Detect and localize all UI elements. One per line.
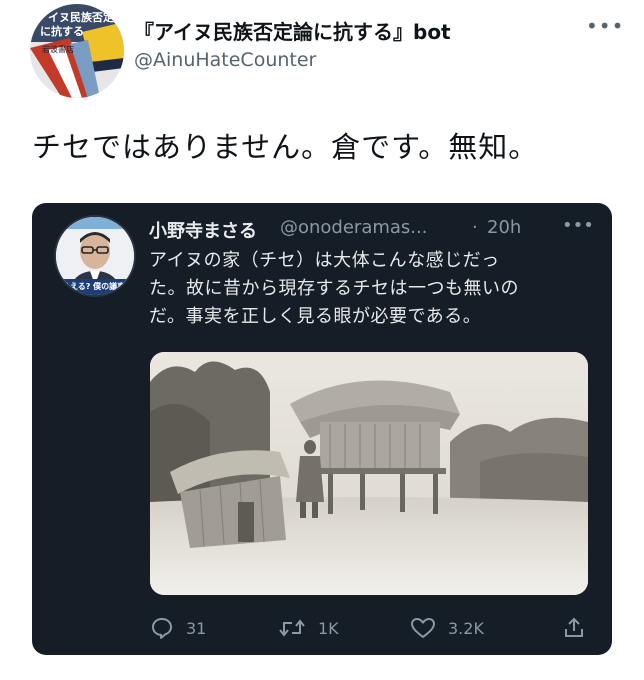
- like-count: 3.2K: [448, 618, 484, 638]
- share-icon: [565, 617, 583, 637]
- quoted-text: アイヌの家（チセ）は大体こんな感じだっ た。故に昔から現存するチセは一つも無いの…: [149, 247, 589, 331]
- reply-count: 31: [186, 618, 207, 638]
- share-button[interactable]: [562, 615, 586, 641]
- quoted-handle[interactable]: @onoderamas...: [280, 217, 427, 238]
- more-dots-icon[interactable]: •••: [586, 14, 623, 38]
- tweet-header: イヌ民族否定 に抗する 岩波書店 『アイヌ民族否定論に抗する』bot @Ainu…: [0, 0, 644, 100]
- tweet-text: チセではありません。倉です。無知。: [32, 130, 539, 164]
- retweet-icon: [279, 619, 305, 637]
- quoted-separator: ·: [472, 217, 478, 238]
- avatar-text-line-2: に抗する: [40, 25, 84, 38]
- quoted-display-name[interactable]: 小野寺まさる: [149, 217, 257, 243]
- account-handle[interactable]: @AinuHateCounter: [134, 49, 316, 71]
- display-name[interactable]: 『アイヌ民族否定論に抗する』bot: [134, 16, 451, 45]
- retweet-button[interactable]: 1K: [278, 615, 339, 641]
- quoted-avatar[interactable]: ええる? 僕の議事: [54, 215, 136, 297]
- heart-icon: [411, 618, 435, 638]
- action-bar: 31 1K 3.2K: [32, 607, 612, 647]
- attached-photo[interactable]: [150, 352, 588, 595]
- reply-bubble-icon: [152, 618, 172, 639]
- quoted-text-line-1: アイヌの家（チセ）は大体こんな感じだっ: [149, 250, 500, 271]
- more-dots-icon[interactable]: •••: [562, 215, 594, 237]
- quoted-avatar-caption: ええる? 僕の議事: [62, 282, 126, 291]
- avatar-text-line-3: 岩波書店: [42, 45, 74, 54]
- avatar-text-line-1: イヌ民族否定: [48, 11, 114, 24]
- historical-photo-storehouse: [150, 352, 588, 595]
- quoted-tweet[interactable]: ええる? 僕の議事 小野寺まさる @onoderamas... · 20h ••…: [32, 203, 612, 655]
- quoted-text-line-3: だ。事実を正しく見る眼が必要である。: [149, 306, 482, 327]
- quoted-text-line-2: た。故に昔から現存するチセは一つも無いの: [149, 278, 519, 299]
- account-avatar[interactable]: イヌ民族否定 に抗する 岩波書店: [30, 4, 124, 98]
- quoted-timestamp[interactable]: 20h: [487, 217, 521, 238]
- like-button[interactable]: 3.2K: [410, 615, 484, 641]
- retweet-count: 1K: [318, 618, 339, 638]
- reply-button[interactable]: 31: [150, 615, 206, 641]
